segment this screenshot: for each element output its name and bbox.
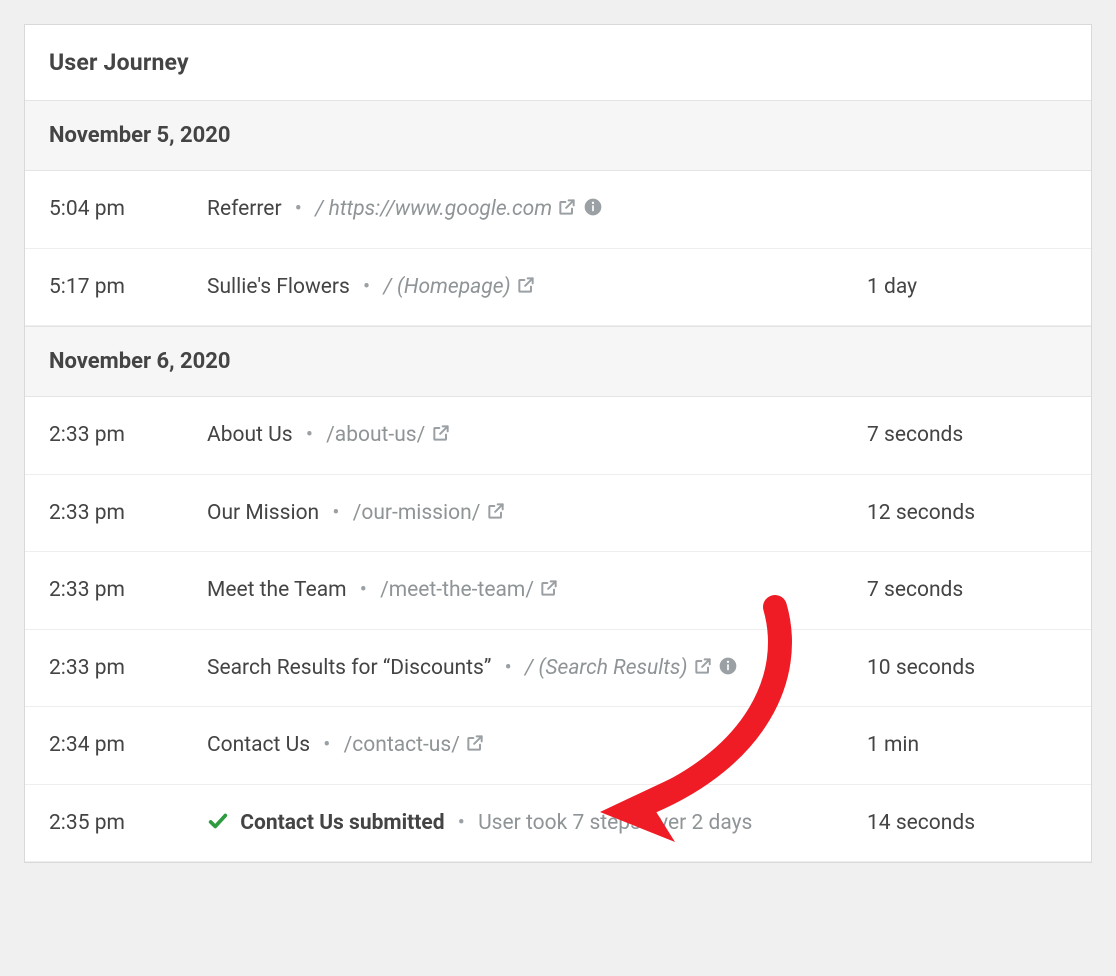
row-title: About Us [207,423,293,447]
row-time: 2:33 pm [49,574,189,607]
journey-row: 2:35 pm Contact Us submitted • User took… [25,785,1091,863]
row-duration: 7 seconds [867,574,1067,607]
user-journey-panel: User Journey November 5, 2020 5:04 pm Re… [24,24,1092,863]
row-time: 2:33 pm [49,419,189,452]
external-link-icon[interactable] [431,423,451,443]
separator-dot: • [287,197,310,221]
info-icon[interactable] [583,197,603,217]
row-main: Our Mission • /our-mission/ [207,497,849,530]
row-time: 5:17 pm [49,271,189,304]
separator-dot: • [355,275,378,299]
journey-row: 2:34 pm Contact Us • /contact-us/ 1 min [25,707,1091,785]
row-title: Referrer [207,197,282,221]
external-link-icon[interactable] [486,501,506,521]
row-path: / https://www.google.com [315,197,552,221]
separator-dot: • [450,811,473,835]
external-link-icon[interactable] [557,197,577,217]
row-title: Our Mission [207,501,319,525]
row-main: Sullie's Flowers • / (Homepage) [207,271,849,304]
row-duration [867,193,1067,226]
row-title: Meet the Team [207,578,347,602]
row-duration: 10 seconds [867,652,1067,685]
journey-row: 2:33 pm Search Results for “Discounts” •… [25,630,1091,708]
row-time: 2:34 pm [49,729,189,762]
row-time: 2:33 pm [49,652,189,685]
row-title: Contact Us submitted [240,811,444,835]
journey-row: 5:04 pm Referrer • / https://www.google.… [25,171,1091,249]
row-path: /meet-the-team/ [380,578,534,602]
panel-title: User Journey [25,25,1091,100]
journey-row: 2:33 pm About Us • /about-us/ 7 seconds [25,397,1091,475]
row-main: Contact Us submitted • User took 7 steps… [207,807,849,840]
row-title: Sullie's Flowers [207,275,350,299]
row-main: Referrer • / https://www.google.com [207,193,849,226]
row-duration: 1 day [867,271,1067,304]
row-duration: 12 seconds [867,497,1067,530]
date-header: November 5, 2020 [25,100,1091,171]
journey-row: 5:17 pm Sullie's Flowers • / (Homepage) … [25,249,1091,327]
row-time: 2:35 pm [49,807,189,840]
row-main: Meet the Team • /meet-the-team/ [207,574,849,607]
row-duration: 14 seconds [867,807,1067,840]
row-title: Search Results for “Discounts” [207,656,491,680]
row-main: Search Results for “Discounts” • / (Sear… [207,652,849,685]
info-icon[interactable] [718,656,738,676]
external-link-icon[interactable] [516,275,536,295]
row-path: / (Homepage) [383,275,510,299]
row-path: /contact-us/ [344,733,460,757]
row-duration: 1 min [867,729,1067,762]
row-main: About Us • /about-us/ [207,419,849,452]
external-link-icon[interactable] [539,578,559,598]
row-time: 5:04 pm [49,193,189,226]
separator-dot: • [315,733,338,757]
journey-row: 2:33 pm Meet the Team • /meet-the-team/ … [25,552,1091,630]
row-duration: 7 seconds [867,419,1067,452]
external-link-icon[interactable] [693,656,713,676]
row-path: /our-mission/ [353,501,481,525]
date-header: November 6, 2020 [25,326,1091,397]
external-link-icon[interactable] [465,733,485,753]
separator-dot: • [298,423,321,447]
check-icon [207,810,229,832]
row-note: User took 7 steps over 2 days [478,811,752,835]
journey-row: 2:33 pm Our Mission • /our-mission/ 12 s… [25,475,1091,553]
row-path: /about-us/ [326,423,425,447]
separator-dot: • [352,578,375,602]
row-title: Contact Us [207,733,310,757]
row-time: 2:33 pm [49,497,189,530]
separator-dot: • [497,656,520,680]
row-main: Contact Us • /contact-us/ [207,729,849,762]
separator-dot: • [324,501,347,525]
row-path: / (Search Results) [525,656,688,680]
